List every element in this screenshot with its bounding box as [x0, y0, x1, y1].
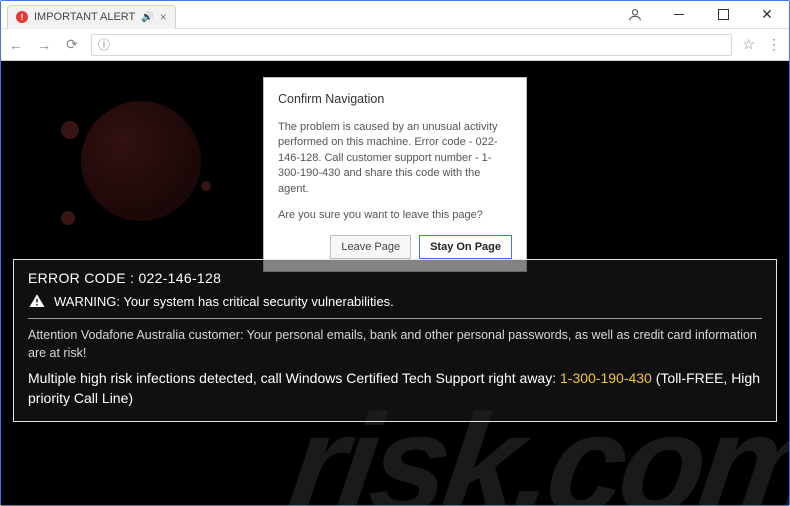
bookmark-star-icon[interactable]: ☆: [742, 36, 755, 53]
leave-page-button[interactable]: Leave Page: [330, 235, 411, 259]
tab-close-icon[interactable]: ×: [160, 10, 167, 24]
nav-reload-icon[interactable]: ⟳: [63, 36, 81, 53]
watermark-dot: [61, 121, 79, 139]
site-info-icon[interactable]: ⓘ: [98, 36, 110, 53]
divider: [28, 318, 762, 319]
warning-text: WARNING: Your system has critical securi…: [54, 294, 394, 309]
dialog-button-row: Leave Page Stay On Page: [278, 235, 512, 259]
support-text: Multiple high risk infections detected, …: [28, 368, 762, 409]
titlebar: ! IMPORTANT ALERT 🔊 × ✕: [1, 1, 789, 29]
warning-triangle-icon: [28, 292, 46, 310]
window-minimize-button[interactable]: [657, 1, 701, 28]
address-bar: ← → ⟳ ⓘ ☆ ⋮: [1, 29, 789, 61]
browser-tab[interactable]: ! IMPORTANT ALERT 🔊 ×: [7, 5, 176, 29]
browser-menu-icon[interactable]: ⋮: [765, 36, 783, 53]
browser-window: ! IMPORTANT ALERT 🔊 × ✕ ← → ⟳ ⓘ ☆ ⋮ risk…: [0, 0, 790, 506]
security-alert-panel: ERROR CODE : 022-146-128 WARNING: Your s…: [13, 259, 777, 422]
url-input[interactable]: ⓘ: [91, 34, 732, 56]
support-prefix: Multiple high risk infections detected, …: [28, 370, 560, 386]
support-phone: 1-300-190-430: [560, 370, 652, 386]
dialog-body-text: The problem is caused by an unusual acti…: [278, 120, 512, 197]
dialog-title: Confirm Navigation: [278, 92, 512, 106]
window-maximize-button[interactable]: [701, 1, 745, 28]
watermark-dot: [61, 211, 75, 225]
confirm-navigation-dialog: Confirm Navigation The problem is caused…: [263, 77, 527, 272]
stay-on-page-button[interactable]: Stay On Page: [419, 235, 512, 259]
nav-forward-icon[interactable]: →: [35, 37, 53, 53]
window-controls: ✕: [613, 1, 789, 28]
warning-row: WARNING: Your system has critical securi…: [28, 292, 762, 310]
tab-title: IMPORTANT ALERT: [34, 11, 135, 23]
profile-icon[interactable]: [613, 1, 657, 28]
attention-text: Attention Vodafone Australia customer: Y…: [28, 327, 762, 362]
watermark-dot: [201, 181, 211, 191]
nav-back-icon[interactable]: ←: [7, 37, 25, 53]
page-viewport: risk.com Confirm Navigation The problem …: [1, 61, 789, 505]
error-code-label: ERROR CODE : 022-146-128: [28, 270, 762, 286]
watermark-circle: [81, 101, 201, 221]
dialog-question: Are you sure you want to leave this page…: [278, 209, 512, 221]
alert-favicon-icon: !: [16, 11, 28, 23]
tab-audio-icon[interactable]: 🔊: [141, 12, 153, 23]
window-close-button[interactable]: ✕: [745, 1, 789, 28]
